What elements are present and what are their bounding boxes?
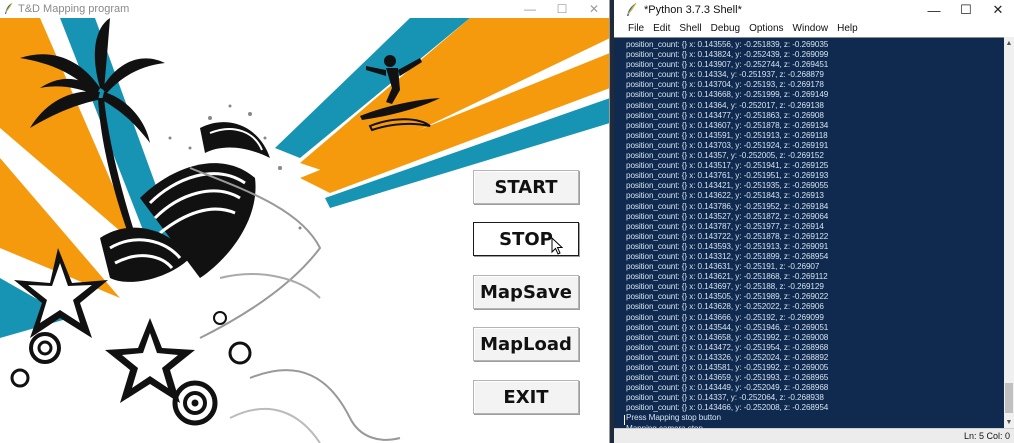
console-scrollbar[interactable]: ▲ ▼	[1004, 37, 1014, 428]
menu-help[interactable]: Help	[837, 23, 858, 34]
shell-maximize-button[interactable]: ☐	[950, 0, 982, 20]
console-line: position_count: {} x: 0.143421, y: -0.25…	[626, 181, 829, 191]
app-title: T&D Mapping program	[18, 3, 130, 15]
console-lines: position_count: {} x: 0.143556, y: -0.25…	[626, 40, 1004, 428]
tk-feather-icon	[2, 2, 16, 16]
console-line: position_count: {} x: 0.143505, y: -0.25…	[626, 292, 829, 302]
console-line: position_count: {} x: 0.143787, y: -0.25…	[626, 221, 824, 231]
stop-button[interactable]: STOP	[473, 222, 579, 256]
maximize-button[interactable]: ☐	[546, 0, 578, 18]
console-line: position_count: {} x: 0.143697, y: -0.25…	[626, 282, 824, 292]
cursor-position: Ln: 5 Col: 0	[963, 431, 1010, 441]
app-titlebar[interactable]: T&D Mapping program — ☐ ✕	[0, 0, 609, 18]
console-line: position_count: {} x: 0.143621, y: -0.25…	[626, 272, 828, 282]
console-line: position_count: {} x: 0.143527, y: -0.25…	[626, 211, 829, 221]
console-line: position_count: {} x: 0.143449, y: -0.25…	[626, 383, 829, 393]
scroll-down-arrow-icon[interactable]: ▼	[1004, 416, 1014, 428]
console-line: position_count: {} x: 0.143658, y: -0.25…	[626, 332, 829, 342]
menu-debug[interactable]: Debug	[711, 23, 740, 34]
console-line: position_count: {} x: 0.143517, y: -0.25…	[626, 161, 829, 171]
console-line: position_count: {} x: 0.14334, y: -0.251…	[626, 70, 824, 80]
mouse-pointer-icon	[551, 237, 563, 255]
console-line: position_count: {} x: 0.143622, y: -0.25…	[626, 191, 824, 201]
menu-file[interactable]: File	[628, 23, 644, 34]
text-cursor	[624, 415, 625, 425]
console-line: Press Mapping stop button	[626, 413, 721, 423]
python-shell-window: *Python 3.7.3 Shell* — ☐ ✕ File Edit She…	[614, 0, 1014, 443]
console-line: position_count: {} x: 0.143312, y: -0.25…	[626, 251, 829, 261]
shell-close-button[interactable]: ✕	[982, 0, 1014, 20]
mapsave-button[interactable]: MapSave	[473, 275, 579, 309]
console-line: position_count: {} x: 0.143607, y: -0.25…	[626, 120, 829, 130]
console-line: position_count: {} x: 0.143593, y: -0.25…	[626, 241, 829, 251]
start-button[interactable]: START	[473, 170, 579, 204]
console-line: position_count: {} x: 0.143544, y: -0.25…	[626, 322, 829, 332]
shell-title: *Python 3.7.3 Shell*	[644, 4, 742, 16]
shell-statusbar: Ln: 5 Col: 0	[614, 428, 1014, 443]
exit-button[interactable]: EXIT	[473, 380, 579, 414]
console-line: position_count: {} x: 0.143556, y: -0.25…	[626, 40, 829, 49]
console-line: position_count: {} x: 0.143466, y: -0.25…	[626, 403, 829, 413]
console-line: position_count: {} x: 0.143722, y: -0.25…	[626, 231, 829, 241]
menu-edit[interactable]: Edit	[653, 23, 670, 34]
console-line: position_count: {} x: 0.143631, y: -0.25…	[626, 262, 820, 272]
shell-console-output[interactable]: position_count: {} x: 0.143556, y: -0.25…	[614, 37, 1004, 428]
console-line: position_count: {} x: 0.14337, y: -0.252…	[626, 393, 824, 403]
mapping-app-window: T&D Mapping program — ☐ ✕ START STOP Map…	[0, 0, 610, 443]
console-line: position_count: {} x: 0.143668, y: -0.25…	[626, 90, 829, 100]
mapload-button[interactable]: MapLoad	[473, 327, 579, 361]
console-line: position_count: {} x: 0.143628, y: -0.25…	[626, 302, 824, 312]
menu-shell[interactable]: Shell	[679, 23, 701, 34]
console-line: position_count: {} x: 0.143761, y: -0.25…	[626, 171, 829, 181]
console-line: position_count: {} x: 0.143659, y: -0.25…	[626, 373, 829, 383]
close-button[interactable]: ✕	[578, 0, 609, 18]
console-line: position_count: {} x: 0.143824, y: -0.25…	[626, 50, 829, 60]
console-line: position_count: {} x: 0.143786, y: -0.25…	[626, 201, 829, 211]
console-line: position_count: {} x: 0.143666, y: -0.25…	[626, 312, 824, 322]
console-line: position_count: {} x: 0.14364, y: -0.252…	[626, 100, 824, 110]
shell-menubar: File Edit Shell Debug Options Window Hel…	[614, 20, 1014, 36]
scroll-thumb[interactable]	[1005, 383, 1013, 413]
shell-minimize-button[interactable]: —	[918, 0, 950, 20]
minimize-button[interactable]: —	[514, 0, 546, 18]
console-line: position_count: {} x: 0.143591, y: -0.25…	[626, 130, 828, 140]
shell-titlebar[interactable]: *Python 3.7.3 Shell* — ☐ ✕	[614, 0, 1014, 20]
console-line: position_count: {} x: 0.143907, y: -0.25…	[626, 60, 829, 70]
console-line: position_count: {} x: 0.143704, y: -0.25…	[626, 80, 824, 90]
console-line: position_count: {} x: 0.143703, y: -0.25…	[626, 140, 829, 150]
console-line: position_count: {} x: 0.14357, y: -0.252…	[626, 151, 824, 161]
menu-window[interactable]: Window	[793, 23, 829, 34]
console-line: position_count: {} x: 0.143472, y: -0.25…	[626, 342, 829, 352]
menu-options[interactable]: Options	[749, 23, 783, 34]
idle-feather-icon	[624, 2, 640, 18]
scroll-up-arrow-icon[interactable]: ▲	[1004, 37, 1014, 49]
console-line: position_count: {} x: 0.143477, y: -0.25…	[626, 110, 824, 120]
console-line: position_count: {} x: 0.143581, y: -0.25…	[626, 363, 829, 372]
console-line: position_count: {} x: 0.143326, y: -0.25…	[626, 352, 829, 362]
